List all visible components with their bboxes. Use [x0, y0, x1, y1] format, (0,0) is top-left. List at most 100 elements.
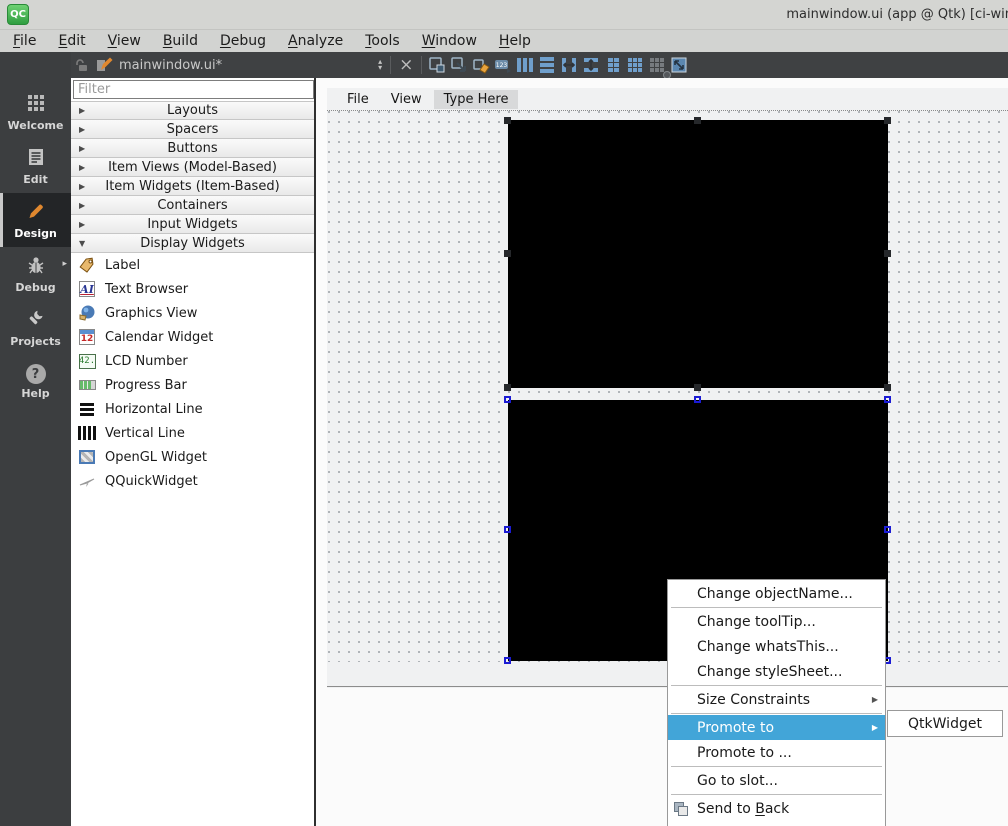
- menu-debug[interactable]: Debug: [209, 31, 277, 51]
- placed-widget-1[interactable]: [508, 120, 888, 388]
- category-item-views[interactable]: ▶Item Views (Model-Based): [71, 158, 314, 177]
- document-spinner-icon[interactable]: ▴▾: [378, 59, 382, 71]
- menu-item-send-to-back[interactable]: Send to Back: [668, 796, 885, 821]
- menu-item-change-whatsthis[interactable]: Change whatsThis...: [668, 634, 885, 659]
- menu-item-change-tooltip[interactable]: Change toolTip...: [668, 609, 885, 634]
- menu-edit[interactable]: Edit: [47, 31, 96, 51]
- sidebar-item-help[interactable]: ? Help: [0, 355, 71, 409]
- resize-handle[interactable]: [884, 396, 891, 403]
- edit-widgets-icon[interactable]: [426, 54, 448, 76]
- menu-item-promote-to[interactable]: Promote to▶: [668, 715, 885, 740]
- form-menu-type-here[interactable]: Type Here: [434, 90, 519, 109]
- adjust-size-icon[interactable]: [668, 54, 690, 76]
- resize-handle[interactable]: [504, 526, 511, 533]
- widget-item-progress-bar[interactable]: Progress Bar: [71, 373, 314, 397]
- resize-handle[interactable]: [694, 117, 701, 124]
- opengl-widget-icon: [78, 448, 96, 466]
- widget-box-panel: ▶Layouts ▶Spacers ▶Buttons ▶Item Views (…: [71, 78, 316, 826]
- edit-document-icon[interactable]: [93, 54, 115, 76]
- resize-handle[interactable]: [884, 526, 891, 533]
- widget-item-vertical-line[interactable]: Vertical Line: [71, 421, 314, 445]
- widget-item-qquickwidget[interactable]: QQuickWidget: [71, 469, 314, 493]
- vertical-line-icon: [78, 424, 96, 442]
- resize-handle[interactable]: [694, 384, 701, 391]
- resize-handle[interactable]: [884, 117, 891, 124]
- edit-tab-order-icon[interactable]: 123: [492, 54, 514, 76]
- chevron-right-icon: ▶: [79, 201, 85, 210]
- resize-handle[interactable]: [884, 250, 891, 257]
- menu-item-go-to-slot[interactable]: Go to slot...: [668, 768, 885, 793]
- label-tag-icon: [78, 256, 96, 274]
- widget-item-text-browser[interactable]: AI Text Browser: [71, 277, 314, 301]
- menu-item-change-objectname[interactable]: Change objectName...: [668, 581, 885, 606]
- mode-sidebar: Welcome Edit Design ▸ Debug Projects ? H…: [0, 52, 71, 826]
- category-display-widgets[interactable]: ▼Display Widgets: [71, 234, 314, 253]
- form-menu-view[interactable]: View: [381, 90, 432, 109]
- progress-bar-icon: [78, 376, 96, 394]
- category-layouts[interactable]: ▶Layouts: [71, 101, 314, 120]
- submenu-arrow-icon: ▶: [872, 723, 878, 732]
- design-pencil-icon: [26, 201, 46, 224]
- widget-item-graphics-view[interactable]: Graphics View: [71, 301, 314, 325]
- menu-view[interactable]: View: [97, 31, 152, 51]
- category-buttons[interactable]: ▶Buttons: [71, 139, 314, 158]
- form-menu-file[interactable]: File: [337, 90, 379, 109]
- toolbar-separator: [421, 56, 422, 74]
- resize-handle[interactable]: [504, 250, 511, 257]
- resize-handle[interactable]: [504, 117, 511, 124]
- resize-handle[interactable]: [694, 396, 701, 403]
- chevron-right-icon: ▶: [79, 144, 85, 153]
- submenu-item-qtkwidget[interactable]: QtkWidget: [908, 716, 982, 732]
- menu-item-promote-to-dialog[interactable]: Promote to ...: [668, 740, 885, 765]
- lock-icon[interactable]: [71, 54, 93, 76]
- sidebar-item-design[interactable]: Design: [0, 193, 71, 247]
- sidebar-item-debug[interactable]: ▸ Debug: [0, 247, 71, 301]
- menu-item-bring-to-front[interactable]: Bring to Front: [668, 821, 885, 826]
- sidebar-item-welcome[interactable]: Welcome: [0, 85, 71, 139]
- edit-signals-slots-icon[interactable]: [448, 54, 470, 76]
- widget-item-opengl[interactable]: OpenGL Widget: [71, 445, 314, 469]
- resize-handle[interactable]: [884, 384, 891, 391]
- calendar-icon: 12: [78, 328, 96, 346]
- sidebar-item-projects[interactable]: Projects: [0, 301, 71, 355]
- edit-document-icon: [26, 147, 46, 170]
- widget-item-horizontal-line[interactable]: Horizontal Line: [71, 397, 314, 421]
- menu-separator: [671, 766, 882, 767]
- menu-help[interactable]: Help: [488, 31, 542, 51]
- layout-vertical-icon[interactable]: [536, 54, 558, 76]
- menu-tools[interactable]: Tools: [354, 31, 411, 51]
- category-item-widgets[interactable]: ▶Item Widgets (Item-Based): [71, 177, 314, 196]
- edit-buddies-icon[interactable]: [470, 54, 492, 76]
- chevron-right-icon: ▶: [79, 220, 85, 229]
- chevron-right-icon: ▶: [79, 106, 85, 115]
- menu-item-size-constraints[interactable]: Size Constraints▶: [668, 687, 885, 712]
- menu-window[interactable]: Window: [411, 31, 488, 51]
- layout-horizontal-splitter-icon[interactable]: [558, 54, 580, 76]
- debug-flyout-arrow-icon[interactable]: ▸: [62, 259, 67, 269]
- close-document-icon[interactable]: ×: [395, 57, 417, 74]
- designer-toolbar: mainwindow.ui* ▴▾ × 123: [71, 52, 1008, 78]
- category-spacers[interactable]: ▶Spacers: [71, 120, 314, 139]
- menu-file[interactable]: File: [2, 31, 47, 51]
- category-input-widgets[interactable]: ▶Input Widgets: [71, 215, 314, 234]
- layout-grid-icon[interactable]: [624, 54, 646, 76]
- layout-form-icon[interactable]: [602, 54, 624, 76]
- menu-build[interactable]: Build: [152, 31, 209, 51]
- widget-item-calendar[interactable]: 12 Calendar Widget: [71, 325, 314, 349]
- resize-handle[interactable]: [504, 384, 511, 391]
- layout-vertical-splitter-icon[interactable]: [580, 54, 602, 76]
- sidebar-item-label: Edit: [23, 173, 47, 186]
- menu-separator: [671, 713, 882, 714]
- menu-item-change-stylesheet[interactable]: Change styleSheet...: [668, 659, 885, 684]
- filter-input[interactable]: [73, 80, 314, 99]
- widget-item-lcd-number[interactable]: 42. LCD Number: [71, 349, 314, 373]
- sidebar-item-edit[interactable]: Edit: [0, 139, 71, 193]
- widget-item-label[interactable]: Label: [71, 253, 314, 277]
- open-document-selector[interactable]: mainwindow.ui*: [119, 58, 222, 73]
- resize-handle[interactable]: [504, 396, 511, 403]
- category-containers[interactable]: ▶Containers: [71, 196, 314, 215]
- resize-handle[interactable]: [504, 657, 511, 664]
- break-layout-icon[interactable]: [646, 54, 668, 76]
- layout-horizontal-icon[interactable]: [514, 54, 536, 76]
- menu-analyze[interactable]: Analyze: [277, 31, 354, 51]
